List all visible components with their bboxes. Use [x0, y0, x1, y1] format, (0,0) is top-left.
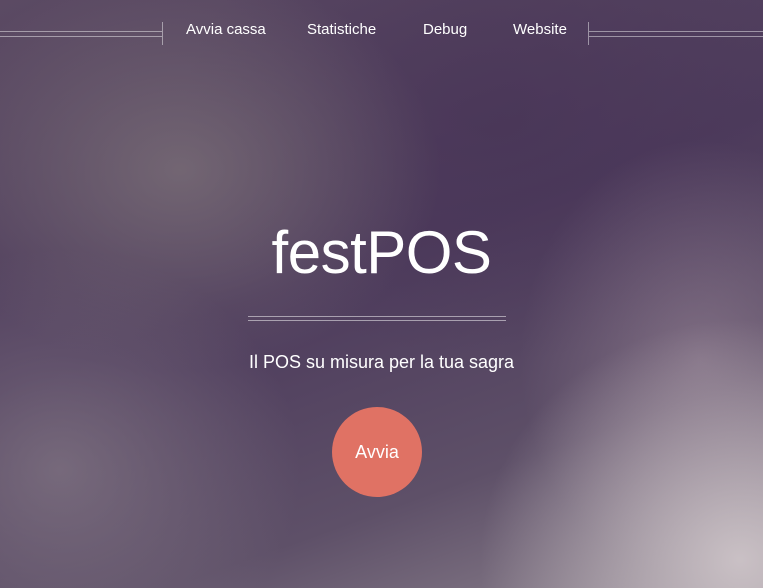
nav-item-debug[interactable]: Debug	[423, 21, 467, 38]
start-button[interactable]: Avvia	[332, 407, 422, 497]
title-divider	[248, 316, 506, 321]
page-title: festPOS	[271, 219, 492, 286]
nav-decorative-line-right	[589, 31, 763, 37]
nav-item-website[interactable]: Website	[513, 21, 567, 38]
nav-item-avvia-cassa[interactable]: Avvia cassa	[186, 21, 266, 38]
background-image	[0, 0, 763, 588]
nav-item-statistiche[interactable]: Statistiche	[307, 21, 376, 38]
top-navigation: Avvia cassa Statistiche Debug Website	[0, 0, 763, 62]
nav-decorative-line-left	[0, 31, 162, 37]
nav-decorative-tick-left	[162, 22, 163, 45]
page-subtitle: Il POS su misura per la tua sagra	[248, 352, 515, 372]
